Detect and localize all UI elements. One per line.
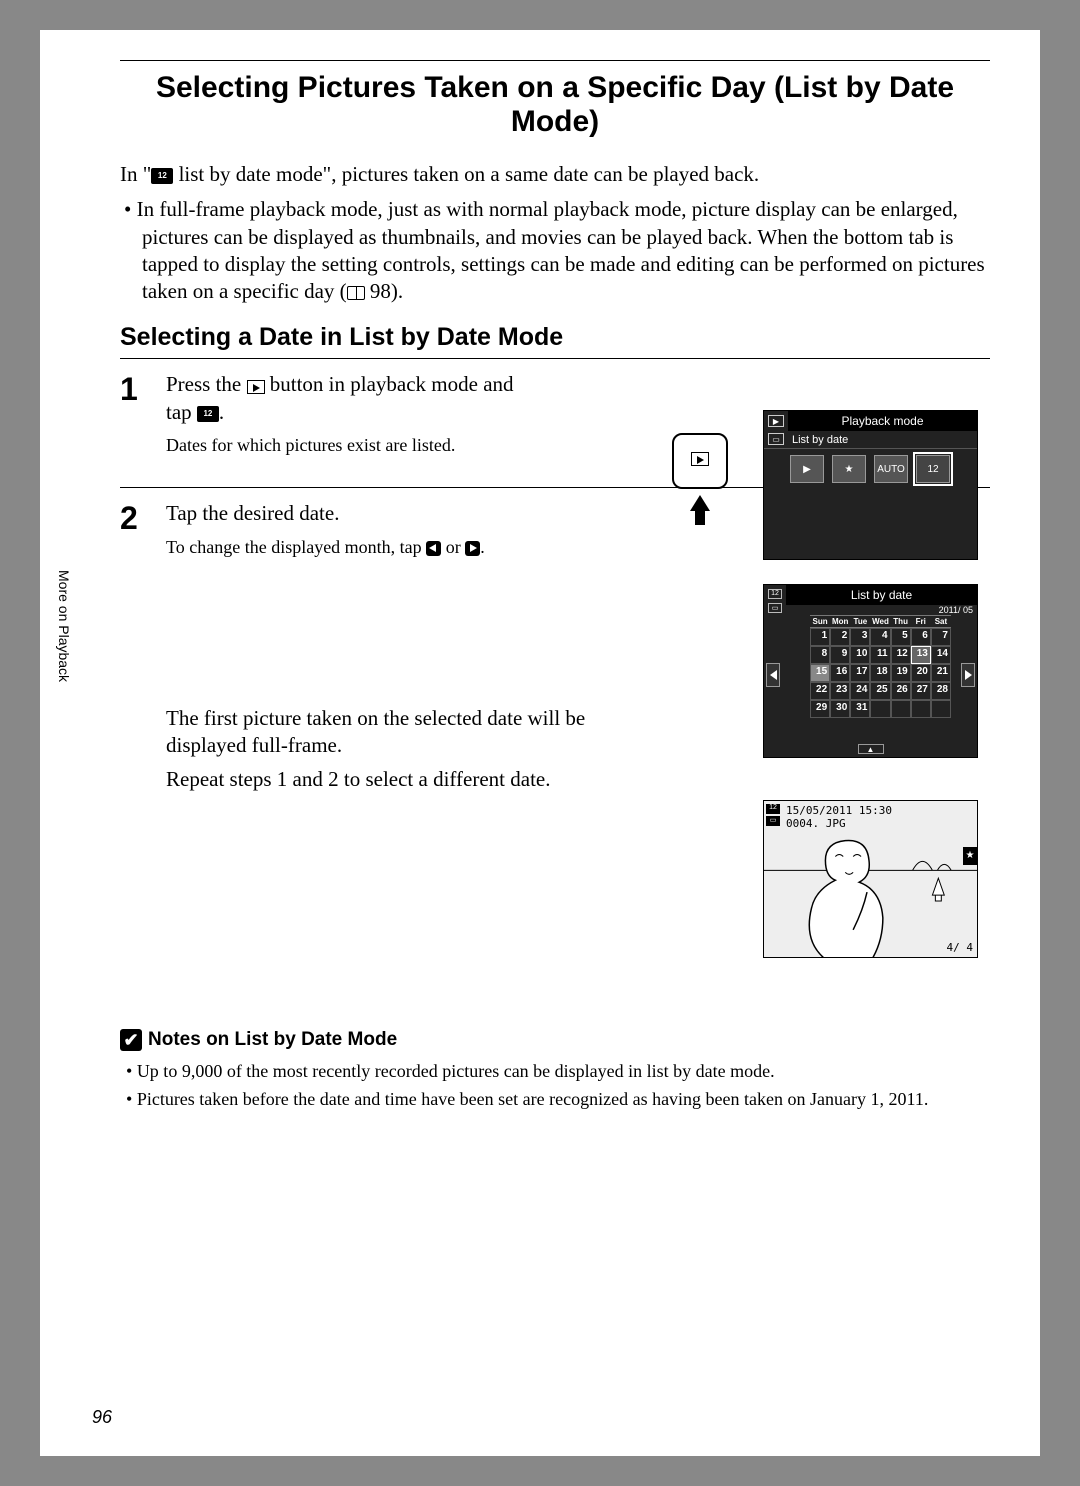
mode-auto-sort-icon[interactable]: AUTO (874, 455, 908, 483)
mode-playback-icon[interactable]: ▶ (790, 455, 824, 483)
calendar-day[interactable]: 13 (911, 646, 931, 664)
card-icon: ▭ (768, 433, 784, 445)
section-heading: Selecting a Date in List by Date Mode (120, 323, 990, 359)
calendar-day[interactable]: 15 (810, 664, 830, 682)
calendar-grid: 1234567891011121314151617181920212223242… (810, 628, 951, 718)
calendar-day[interactable]: 4 (870, 628, 890, 646)
photo-counter: 4/ 4 (947, 941, 974, 954)
calendar-day[interactable]: 29 (810, 700, 830, 718)
playback-button-icon (247, 380, 265, 394)
weekday-label: Tue (850, 616, 870, 627)
weekday-label: Wed (870, 616, 890, 627)
list-by-date-icon: 12 (151, 168, 173, 184)
calendar-day[interactable]: 8 (810, 646, 830, 664)
calendar-day[interactable]: 7 (931, 628, 951, 646)
calendar-day[interactable]: 9 (830, 646, 850, 664)
intro-text: In "12 list by date mode", pictures take… (120, 161, 990, 188)
photo-filename: 0004. JPG (786, 817, 892, 830)
weekday-label: Fri (911, 616, 931, 627)
calendar-day[interactable]: 1 (810, 628, 830, 646)
weekday-label: Sat (931, 616, 951, 627)
figure-photo-playback: 12 ▭ 15/05/2011 15:30 0004. JPG ★ 4/ 4 (763, 800, 978, 958)
calendar-day[interactable]: 6 (911, 628, 931, 646)
note-bullet-1: Up to 9,000 of the most recently recorde… (140, 1059, 990, 1083)
calendar-day[interactable]: 5 (891, 628, 911, 646)
menu-title: Playback mode (788, 411, 977, 431)
figure-playback-menu: ▶ ▭ Playback mode List by date ▶ ★ AUTO … (763, 410, 978, 560)
weekday-label: Mon (830, 616, 850, 627)
menu-row-label: List by date (764, 431, 977, 449)
calendar-day[interactable]: 25 (870, 682, 890, 700)
expand-up-icon[interactable]: ▲ (858, 744, 884, 754)
playback-icon: ▶ (768, 415, 784, 427)
calendar-day[interactable]: 28 (931, 682, 951, 700)
calendar-day[interactable]: 10 (850, 646, 870, 664)
manual-ref-icon (347, 286, 365, 300)
left-arrow-icon (426, 541, 441, 556)
calendar-day[interactable]: 26 (891, 682, 911, 700)
calendar-day[interactable]: 3 (850, 628, 870, 646)
calendar-day[interactable]: 21 (931, 664, 951, 682)
list-by-date-icon: 12 (768, 589, 782, 599)
calendar-weekday-header: SunMonTueWedThuFriSat (810, 615, 951, 628)
notes-heading: ✔Notes on List by Date Mode (120, 1029, 990, 1051)
calendar-day[interactable]: 19 (891, 664, 911, 682)
weekday-label: Sun (810, 616, 830, 627)
calendar-day (870, 700, 890, 718)
calendar-day[interactable]: 22 (810, 682, 830, 700)
intro-bullet: In full-frame playback mode, just as wit… (142, 196, 990, 305)
calendar-day[interactable]: 31 (850, 700, 870, 718)
rule (120, 60, 990, 61)
calendar-day (891, 700, 911, 718)
figure-calendar: 12 ▭ List by date 2011/ 05 SunMonTueWedT… (763, 584, 978, 758)
calendar-day (911, 700, 931, 718)
calendar-day[interactable]: 2 (830, 628, 850, 646)
photo-timestamp: 15/05/2011 15:30 (786, 804, 892, 817)
page-title: Selecting Pictures Taken on a Specific D… (120, 71, 990, 139)
prev-month-button[interactable] (766, 663, 780, 687)
right-arrow-icon (465, 541, 480, 556)
figure-playback-button (665, 433, 735, 525)
up-arrow-icon (690, 495, 710, 511)
step-2-para2: Repeat steps 1 and 2 to select a differe… (166, 766, 586, 793)
page-number: 96 (92, 1407, 112, 1428)
calendar-day[interactable]: 16 (830, 664, 850, 682)
calendar-day[interactable]: 24 (850, 682, 870, 700)
weekday-label: Thu (891, 616, 911, 627)
calendar-day[interactable]: 12 (891, 646, 911, 664)
calendar-day[interactable]: 27 (911, 682, 931, 700)
step-1-subtext: Dates for which pictures exist are liste… (166, 434, 536, 457)
calendar-day[interactable]: 14 (931, 646, 951, 664)
calendar-day (931, 700, 951, 718)
note-bullet-2: Pictures taken before the date and time … (140, 1087, 990, 1111)
list-by-date-icon: 12 (197, 406, 219, 422)
favorite-tab-icon[interactable]: ★ (963, 847, 977, 865)
card-icon: ▭ (768, 603, 782, 613)
calendar-day[interactable]: 20 (911, 664, 931, 682)
calendar-day[interactable]: 17 (850, 664, 870, 682)
mode-favorite-icon[interactable]: ★ (832, 455, 866, 483)
playback-button-icon (691, 452, 709, 466)
calendar-day[interactable]: 18 (870, 664, 890, 682)
sidebar-section-label: More on Playback (56, 570, 72, 682)
step-2-title: Tap the desired date. (166, 500, 586, 527)
next-month-button[interactable] (961, 663, 975, 687)
page: More on Playback 96 Selecting Pictures T… (40, 30, 1040, 1456)
calendar-day[interactable]: 30 (830, 700, 850, 718)
step-1-title: Press the button in playback mode and ta… (166, 371, 536, 426)
calendar-day[interactable]: 23 (830, 682, 850, 700)
calendar-title: List by date (786, 585, 977, 605)
step-2-para1: The first picture taken on the selected … (166, 705, 586, 760)
calendar-year-month: 2011/ 05 (786, 605, 977, 615)
step-2-subtext: To change the displayed month, tap or . (166, 536, 586, 559)
mode-list-by-date-icon[interactable]: 12 (916, 455, 950, 483)
step-number: 1 (120, 371, 156, 463)
step-number: 2 (120, 500, 156, 799)
caution-check-icon: ✔ (120, 1029, 142, 1051)
calendar-day[interactable]: 11 (870, 646, 890, 664)
